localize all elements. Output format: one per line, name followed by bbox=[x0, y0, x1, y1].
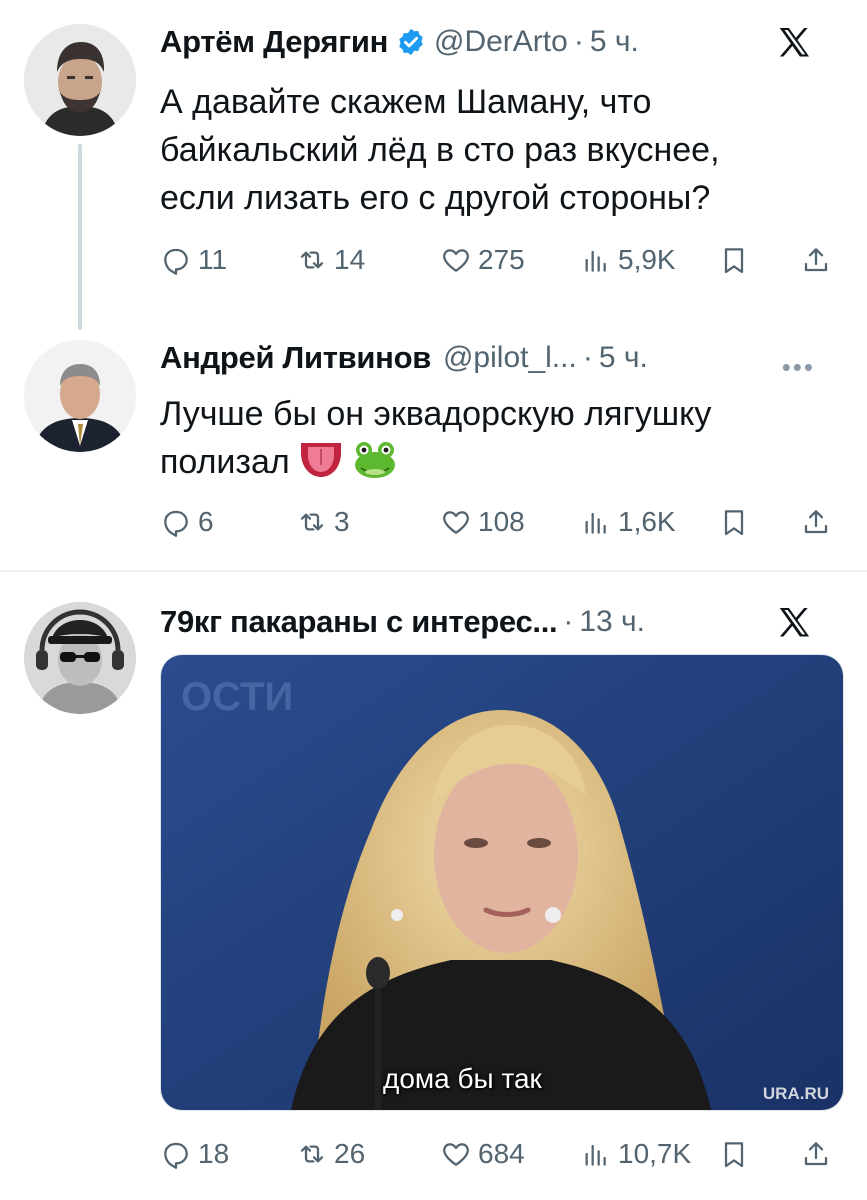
reply-icon bbox=[160, 244, 192, 276]
retweet-icon bbox=[296, 1138, 328, 1170]
tweet-text-line: А давайте скажем Шаману, что bbox=[160, 83, 652, 121]
tweet-3[interactable]: 79кг пакараны с интерес... · 13 ч. ОСТИ bbox=[0, 572, 867, 1200]
bookmark-icon bbox=[718, 244, 750, 276]
share-button[interactable] bbox=[800, 502, 838, 542]
tweet-text-line: Лучше бы он эквадорскую лягушку bbox=[160, 395, 712, 433]
reply-button[interactable]: 6 bbox=[160, 502, 214, 542]
action-bar: 6 3 108 1,6K bbox=[160, 502, 840, 542]
views-count: 5,9K bbox=[618, 244, 676, 275]
media-image[interactable]: ОСТИ дома бы так URA.RU bbox=[160, 654, 844, 1111]
like-count: 684 bbox=[478, 1138, 525, 1169]
bookmark-icon bbox=[718, 1138, 750, 1170]
like-icon bbox=[440, 244, 472, 276]
action-bar: 11 14 275 5,9K bbox=[160, 240, 840, 280]
retweet-count: 26 bbox=[334, 1138, 366, 1169]
timestamp[interactable]: 5 ч. bbox=[599, 341, 648, 375]
tweet-text-line: байкальский лёд в сто раз вкуснее, bbox=[160, 131, 720, 169]
views-count: 10,7K bbox=[618, 1138, 692, 1169]
share-button[interactable] bbox=[800, 1134, 838, 1174]
tweet-text-line: если лизать его с другой стороны? bbox=[160, 179, 711, 217]
tweet-text: Лучше бы он эквадорскую лягушку полизал bbox=[160, 390, 827, 486]
reply-button[interactable]: 18 bbox=[160, 1134, 229, 1174]
photo: ОСТИ bbox=[161, 655, 843, 1110]
more-icon[interactable]: ••• bbox=[782, 352, 815, 383]
bookmark-button[interactable] bbox=[718, 1134, 756, 1174]
like-button[interactable]: 275 bbox=[440, 240, 525, 280]
reply-count: 11 bbox=[198, 244, 228, 275]
separator-dot: · bbox=[573, 25, 584, 58]
action-bar: 18 26 684 10,7K bbox=[160, 1134, 840, 1174]
timestamp[interactable]: 13 ч. bbox=[579, 605, 645, 639]
x-logo-icon[interactable] bbox=[773, 604, 815, 642]
author-handle[interactable]: @pilot_l... bbox=[443, 341, 577, 375]
reply-count: 6 bbox=[198, 506, 214, 537]
like-button[interactable]: 684 bbox=[440, 1134, 525, 1174]
tweet-header: Артём Дерягин @DerArto · 5 ч. bbox=[160, 22, 843, 62]
retweet-button[interactable]: 3 bbox=[296, 502, 350, 542]
avatar[interactable] bbox=[24, 24, 136, 136]
retweet-button[interactable]: 26 bbox=[296, 1134, 365, 1174]
author-name[interactable]: Андрей Литвинов bbox=[160, 340, 431, 376]
tweet-text-fragment: полизал bbox=[160, 443, 290, 481]
like-icon bbox=[440, 1138, 472, 1170]
media-watermark: URA.RU bbox=[762, 1084, 829, 1103]
bookmark-button[interactable] bbox=[718, 240, 756, 280]
avatar[interactable] bbox=[24, 602, 136, 714]
share-icon bbox=[800, 1138, 832, 1170]
retweet-icon bbox=[296, 506, 328, 538]
share-icon bbox=[800, 244, 832, 276]
share-icon bbox=[800, 506, 832, 538]
like-count: 108 bbox=[478, 506, 525, 537]
author-handle[interactable]: @DerArto bbox=[434, 25, 568, 59]
tweet-header: 79кг пакараны с интерес... · 13 ч. bbox=[160, 602, 843, 642]
author-name[interactable]: 79кг пакараны с интерес... bbox=[160, 604, 558, 640]
views-button[interactable]: 10,7K bbox=[580, 1134, 691, 1174]
thread-line bbox=[78, 144, 82, 330]
separator-dot: · bbox=[563, 605, 574, 638]
tweet-2[interactable]: Андрей Литвинов @pilot_l... · 5 ч. ••• Л… bbox=[0, 310, 867, 570]
svg-text:ОСТИ: ОСТИ bbox=[181, 675, 293, 719]
tweet-1[interactable]: Артём Дерягин @DerArto · 5 ч. А давайте … bbox=[0, 0, 867, 330]
reply-icon bbox=[160, 1138, 192, 1170]
retweet-icon bbox=[296, 244, 328, 276]
views-icon bbox=[580, 244, 612, 276]
views-icon bbox=[580, 506, 612, 538]
views-button[interactable]: 1,6K bbox=[580, 502, 676, 542]
retweet-count: 14 bbox=[334, 244, 366, 275]
bookmark-icon bbox=[718, 506, 750, 538]
tweet-text-line: полизал bbox=[160, 438, 827, 486]
bookmark-button[interactable] bbox=[718, 502, 756, 542]
views-count: 1,6K bbox=[618, 506, 676, 537]
timestamp[interactable]: 5 ч. bbox=[590, 25, 639, 59]
retweet-button[interactable]: 14 bbox=[296, 240, 365, 280]
x-logo-icon[interactable] bbox=[773, 24, 815, 62]
media-caption: дома бы так bbox=[383, 1063, 542, 1094]
reply-button[interactable]: 11 bbox=[160, 240, 227, 280]
tongue-emoji bbox=[301, 443, 342, 477]
frog-emoji bbox=[354, 442, 395, 478]
separator-dot: · bbox=[582, 341, 593, 374]
tweet-text: А давайте скажем Шаману, что байкальский… bbox=[160, 78, 827, 222]
verified-icon bbox=[399, 28, 423, 56]
like-count: 275 bbox=[478, 244, 525, 275]
avatar[interactable] bbox=[24, 340, 136, 452]
retweet-count: 3 bbox=[334, 506, 350, 537]
reply-count: 18 bbox=[198, 1138, 230, 1169]
share-button[interactable] bbox=[800, 240, 838, 280]
views-button[interactable]: 5,9K bbox=[580, 240, 676, 280]
like-icon bbox=[440, 506, 472, 538]
reply-icon bbox=[160, 506, 192, 538]
tweet-header: Андрей Литвинов @pilot_l... · 5 ч. ••• bbox=[160, 338, 843, 382]
like-button[interactable]: 108 bbox=[440, 502, 525, 542]
author-name[interactable]: Артём Дерягин bbox=[160, 24, 388, 60]
views-icon bbox=[580, 1138, 612, 1170]
